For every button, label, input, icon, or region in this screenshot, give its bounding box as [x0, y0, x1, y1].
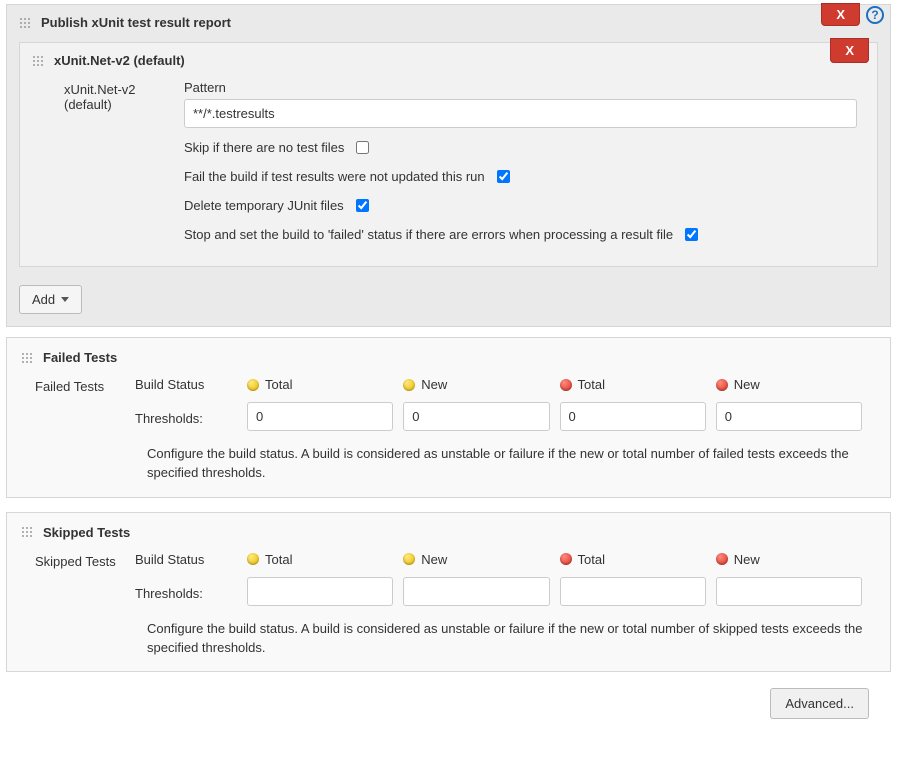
thresholds-label: Thresholds: [135, 407, 247, 426]
failed-tests-description: Configure the build status. A build is c… [7, 431, 890, 483]
column-label: New [734, 377, 760, 392]
skipped-failure-total-input[interactable] [560, 577, 706, 606]
skipped-tests-side-label: Skipped Tests [35, 552, 135, 606]
column-label: Total [578, 377, 605, 392]
column-label: New [734, 552, 760, 567]
column-label: Total [265, 552, 292, 567]
drag-handle-icon[interactable] [21, 526, 33, 538]
skipped-failure-new-input[interactable] [716, 577, 862, 606]
stop-on-error-checkbox[interactable] [685, 228, 698, 241]
add-tool-label: Add [32, 292, 55, 307]
failed-unstable-total-input[interactable] [247, 402, 393, 431]
fail-if-not-updated-checkbox[interactable] [497, 170, 510, 183]
publisher-title: Publish xUnit test result report [41, 15, 231, 30]
build-status-label: Build Status [135, 377, 247, 392]
publish-xunit-section: X ? Publish xUnit test result report X x… [6, 4, 891, 327]
failed-tests-section: Failed Tests Failed Tests Build Status T… [6, 337, 891, 498]
failed-failure-new-input[interactable] [716, 402, 862, 431]
column-label: New [421, 552, 447, 567]
failure-indicator-icon [560, 553, 572, 565]
fail-if-not-updated-label: Fail the build if test results were not … [184, 169, 485, 184]
failed-unstable-new-input[interactable] [403, 402, 549, 431]
delete-temp-junit-label: Delete temporary JUnit files [184, 198, 344, 213]
skip-no-test-files-checkbox[interactable] [356, 141, 369, 154]
skip-no-test-files-label: Skip if there are no test files [184, 140, 344, 155]
thresholds-label: Thresholds: [135, 582, 247, 601]
unstable-indicator-icon [247, 379, 259, 391]
advanced-button[interactable]: Advanced... [770, 688, 869, 719]
delete-tool-button[interactable]: X [830, 38, 869, 63]
xunit-tool-section: X xUnit.Net-v2 (default) xUnit.Net-v2 (d… [19, 42, 878, 267]
unstable-indicator-icon [247, 553, 259, 565]
stop-on-error-label: Stop and set the build to 'failed' statu… [184, 227, 673, 242]
drag-handle-icon[interactable] [19, 17, 31, 29]
unstable-indicator-icon [403, 553, 415, 565]
column-label: Total [265, 377, 292, 392]
delete-publisher-button[interactable]: X [821, 3, 860, 26]
delete-temp-junit-checkbox[interactable] [356, 199, 369, 212]
column-label: New [421, 377, 447, 392]
pattern-label: Pattern [184, 80, 857, 95]
add-tool-button[interactable]: Add [19, 285, 82, 314]
skipped-tests-section: Skipped Tests Skipped Tests Build Status… [6, 512, 891, 673]
help-icon[interactable]: ? [866, 6, 884, 24]
skipped-tests-title: Skipped Tests [43, 525, 130, 540]
failed-failure-total-input[interactable] [560, 402, 706, 431]
skipped-tests-description: Configure the build status. A build is c… [7, 606, 890, 658]
drag-handle-icon[interactable] [21, 352, 33, 364]
failure-indicator-icon [716, 379, 728, 391]
column-label: Total [578, 552, 605, 567]
tool-row-label: xUnit.Net-v2 (default) [64, 80, 184, 112]
drag-handle-icon[interactable] [32, 55, 44, 67]
skipped-unstable-new-input[interactable] [403, 577, 549, 606]
failed-tests-side-label: Failed Tests [35, 377, 135, 431]
failed-tests-title: Failed Tests [43, 350, 117, 365]
skipped-unstable-total-input[interactable] [247, 577, 393, 606]
chevron-down-icon [61, 297, 69, 302]
unstable-indicator-icon [403, 379, 415, 391]
tool-title: xUnit.Net-v2 (default) [54, 53, 185, 68]
pattern-input[interactable] [184, 99, 857, 128]
failure-indicator-icon [716, 553, 728, 565]
failure-indicator-icon [560, 379, 572, 391]
build-status-label: Build Status [135, 552, 247, 567]
